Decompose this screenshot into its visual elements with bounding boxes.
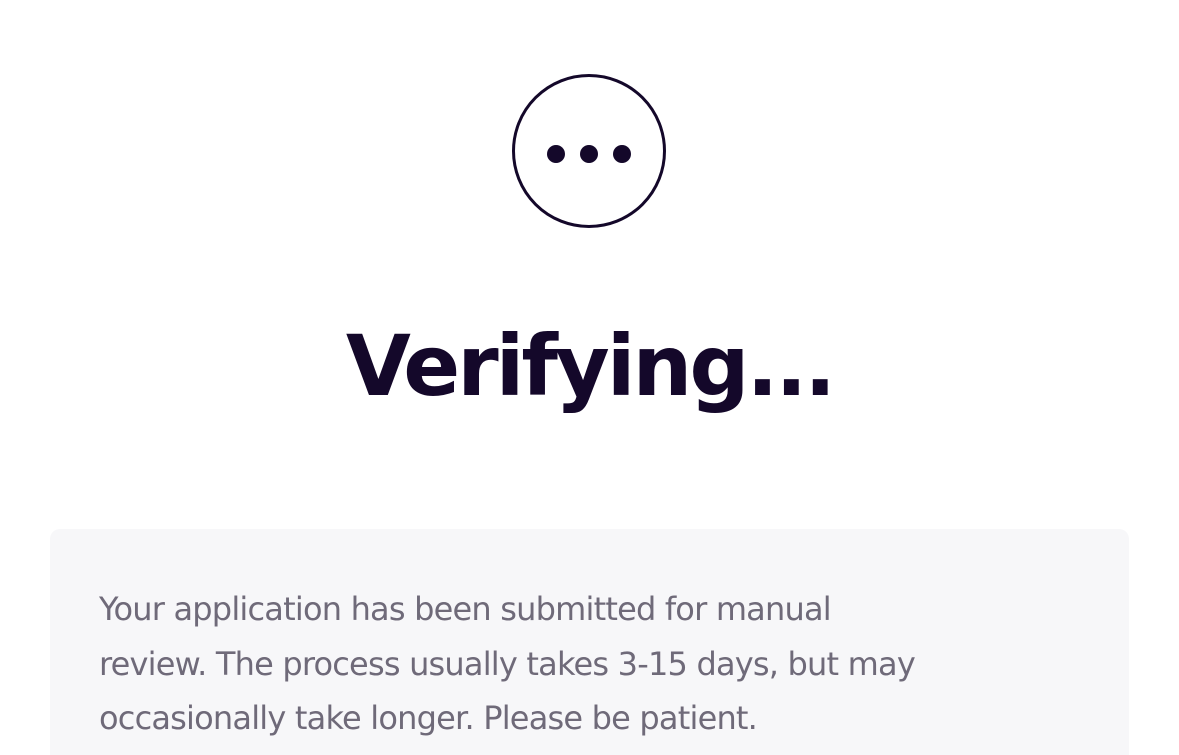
status-dot <box>613 145 631 163</box>
status-message-line: review. The process usually takes 3-15 d… <box>99 644 916 683</box>
status-dot <box>580 145 598 163</box>
more-horizontal-circle-icon <box>512 74 666 228</box>
page-title: Verifying... <box>345 317 836 415</box>
info-panel: Your application has been submitted for … <box>50 529 1129 755</box>
status-message-line: Your application has been submitted for … <box>99 590 832 628</box>
status-dot <box>547 145 565 163</box>
status-message: Your application has been submitted for … <box>99 582 1099 746</box>
status-message-line: occasionally take longer. Please be pati… <box>99 699 758 737</box>
